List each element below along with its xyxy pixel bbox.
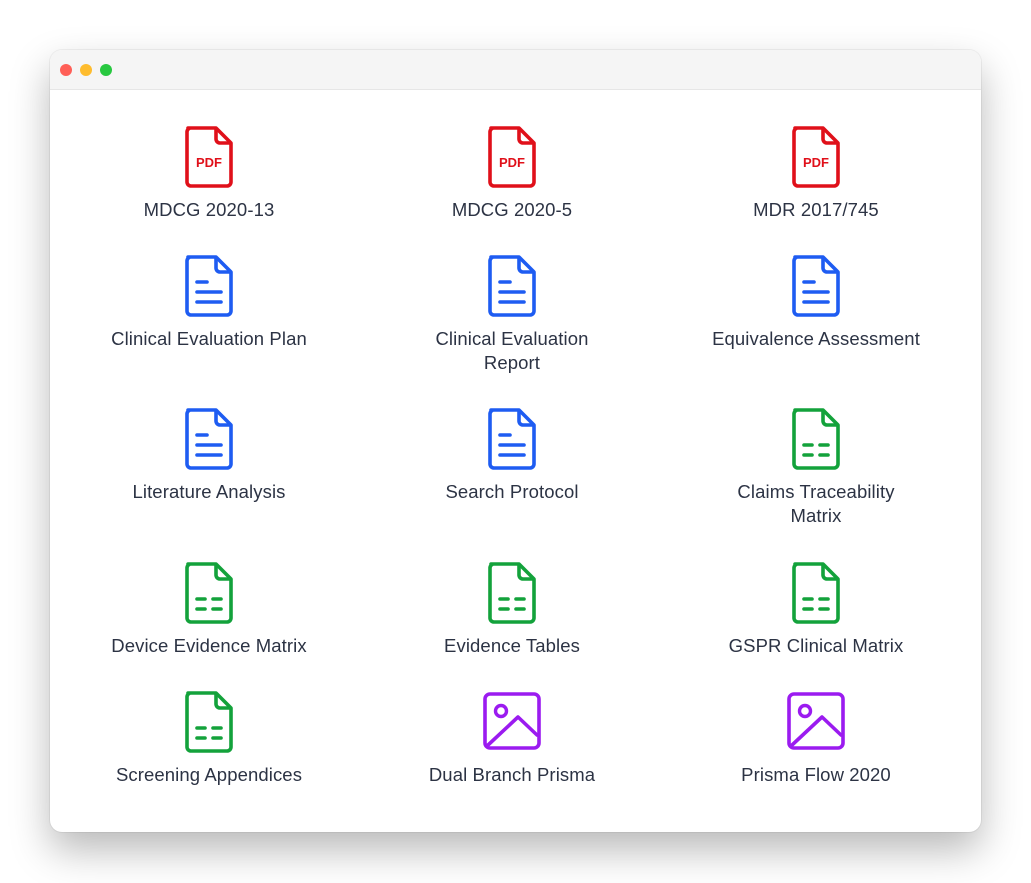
file-label: GSPR Clinical Matrix	[728, 635, 904, 656]
file-label: Screening Appendices	[115, 764, 303, 785]
file-item[interactable]: Clinical Evaluation Plan	[79, 254, 339, 351]
file-label: Claims Traceability Matrix	[737, 481, 895, 526]
file-item[interactable]: Device Evidence Matrix	[79, 561, 339, 658]
file-label: MDCG 2020-5	[451, 199, 573, 220]
file-item[interactable]: Clinical Evaluation Report	[382, 254, 642, 375]
svg-text:PDF: PDF	[196, 155, 222, 170]
pdf-icon: PDF	[185, 126, 233, 188]
file-item[interactable]: PDF MDCG 2020-13	[79, 125, 339, 222]
file-label: Literature Analysis	[132, 481, 286, 502]
spreadsheet-icon	[185, 562, 233, 624]
file-item[interactable]: GSPR Clinical Matrix	[686, 561, 946, 658]
file-item[interactable]: Evidence Tables	[382, 561, 642, 658]
pdf-icon: PDF	[488, 126, 536, 188]
spreadsheet-icon	[488, 562, 536, 624]
zoom-window-button[interactable]	[100, 64, 112, 76]
document-icon	[488, 408, 536, 470]
file-item[interactable]: Search Protocol	[382, 407, 642, 504]
file-item[interactable]: Claims Traceability Matrix	[686, 407, 946, 528]
file-item[interactable]: Prisma Flow 2020	[686, 690, 946, 787]
image-icon	[483, 692, 541, 750]
file-label: Prisma Flow 2020	[741, 764, 891, 785]
file-item[interactable]: Equivalence Assessment	[686, 254, 946, 351]
minimize-window-button[interactable]	[80, 64, 92, 76]
file-label: MDR 2017/745	[753, 199, 879, 220]
svg-text:PDF: PDF	[803, 155, 829, 170]
file-browser-window: PDF MDCG 2020-13 PDF MDCG 2020-5 PDF MDR…	[50, 50, 981, 832]
file-item[interactable]: Literature Analysis	[79, 407, 339, 504]
file-label: Clinical Evaluation Report	[435, 328, 589, 373]
file-item[interactable]: PDF MDR 2017/745	[686, 125, 946, 222]
document-icon	[488, 255, 536, 317]
spreadsheet-icon	[792, 562, 840, 624]
file-item[interactable]: Screening Appendices	[79, 690, 339, 787]
file-label: MDCG 2020-13	[143, 199, 275, 220]
file-label: Equivalence Assessment	[712, 328, 920, 349]
file-item[interactable]: Dual Branch Prisma	[382, 690, 642, 787]
file-item[interactable]: PDF MDCG 2020-5	[382, 125, 642, 222]
close-window-button[interactable]	[60, 64, 72, 76]
pdf-icon: PDF	[792, 126, 840, 188]
svg-text:PDF: PDF	[499, 155, 525, 170]
file-label: Clinical Evaluation Plan	[111, 328, 307, 349]
file-label: Device Evidence Matrix	[111, 635, 307, 656]
document-icon	[185, 408, 233, 470]
title-bar	[50, 50, 981, 90]
file-label: Dual Branch Prisma	[428, 764, 596, 785]
file-label: Search Protocol	[445, 481, 579, 502]
file-label: Evidence Tables	[444, 635, 580, 656]
document-icon	[185, 255, 233, 317]
spreadsheet-icon	[185, 691, 233, 753]
spreadsheet-icon	[792, 408, 840, 470]
image-icon	[787, 692, 845, 750]
document-icon	[792, 255, 840, 317]
